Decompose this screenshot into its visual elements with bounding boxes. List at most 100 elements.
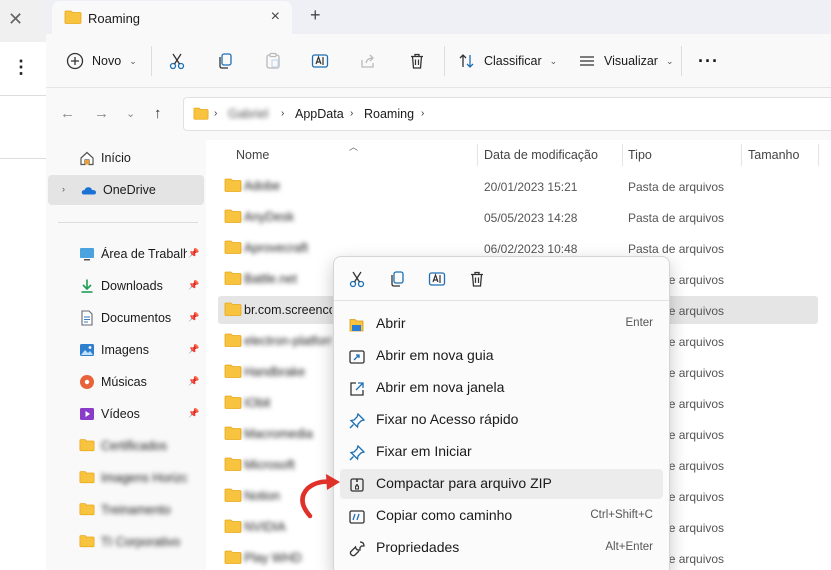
documents-icon [79, 310, 95, 326]
annotation-arrow-icon [300, 474, 340, 519]
column-divider[interactable] [818, 144, 819, 166]
column-header-name[interactable]: Nome [236, 148, 269, 162]
recent-chevron-icon[interactable]: ⌄ [126, 107, 135, 120]
menu-item-properties[interactable]: Propriedades Alt+Enter [340, 533, 663, 563]
nav-item-imagens[interactable]: Imagens 📌 [46, 335, 202, 365]
column-divider[interactable] [622, 144, 623, 166]
column-header-type[interactable]: Tipo [628, 148, 652, 162]
nav-item-folder[interactable]: TI Corporativo [46, 527, 202, 557]
pin-icon[interactable]: 📌 [188, 408, 199, 419]
breadcrumb-user[interactable]: Gabriel [228, 107, 268, 121]
nav-item-desktop[interactable]: Área de Trabalho 📌 [46, 239, 202, 269]
nav-item-onedrive[interactable]: › OneDrive [48, 175, 204, 205]
chevron-down-icon: ⌄ [129, 55, 137, 66]
nav-item-downloads[interactable]: Downloads 📌 [46, 271, 202, 301]
menu-item-open[interactable]: Abrir Enter [340, 309, 663, 339]
view-button[interactable]: Visualizar ⌄ [578, 49, 674, 73]
paste-button[interactable] [264, 49, 282, 73]
cut-button[interactable] [168, 49, 186, 73]
file-name: Battle.net [244, 272, 297, 286]
more-options-button[interactable]: ··· [698, 49, 719, 73]
nav-label: Início [101, 151, 131, 165]
cut-button[interactable] [348, 270, 368, 290]
new-tab-button[interactable]: + [310, 5, 321, 26]
nav-label: Imagens [101, 343, 149, 357]
breadcrumb-roaming[interactable]: Roaming [364, 107, 414, 121]
menu-item-label: Abrir em nova guia [376, 347, 494, 363]
pictures-icon [79, 342, 95, 358]
copy-icon [219, 53, 232, 69]
folder-icon [224, 271, 242, 288]
new-tab-icon [348, 348, 366, 366]
delete-button[interactable] [408, 49, 426, 73]
column-divider[interactable] [741, 144, 742, 166]
new-window-icon [348, 380, 366, 398]
breadcrumb-appdata[interactable]: AppData [295, 107, 344, 121]
navigation-pane: Início › OneDrive Área de Trabalho 📌 Dow… [46, 140, 206, 570]
rename-button[interactable] [311, 49, 329, 73]
pin-icon[interactable]: 📌 [188, 376, 199, 387]
pin-icon[interactable]: 📌 [188, 312, 199, 323]
menu-item-pin-quick-access[interactable]: Fixar no Acesso rápido [340, 405, 663, 435]
nav-item-documentos[interactable]: Documentos 📌 [46, 303, 202, 333]
menu-item-copy-path[interactable]: Copiar como caminho Ctrl+Shift+C [340, 501, 663, 531]
nav-item-musicas[interactable]: Músicas 📌 [46, 367, 202, 397]
new-button[interactable]: Novo ⌄ [66, 49, 137, 73]
share-button[interactable] [359, 49, 377, 73]
menu-item-label: Abrir [376, 315, 406, 331]
nav-item-folder[interactable]: Certificados [46, 431, 202, 461]
menu-item-pin-start[interactable]: Fixar em Iniciar [340, 437, 663, 467]
file-date: 20/01/2023 15:21 [484, 180, 578, 194]
file-row[interactable]: AnyDesk 05/05/2023 14:28 Pasta de arquivos [218, 203, 818, 231]
menu-item-label: Propriedades [376, 539, 460, 555]
file-date: 06/02/2023 10:48 [484, 242, 578, 256]
menu-item-open-new-window[interactable]: Abrir em nova janela [340, 373, 663, 403]
desktop-icon [79, 246, 95, 262]
file-type: Pasta de arquivos [628, 242, 725, 256]
tab-title: Roaming [88, 11, 141, 26]
copy-button[interactable] [216, 49, 234, 73]
file-name: NVIDIA [244, 520, 286, 534]
forward-arrow-icon[interactable]: → [94, 105, 109, 122]
background-menu-icon[interactable]: ⋮ [12, 58, 30, 76]
background-close-icon[interactable]: ✕ [8, 9, 23, 30]
nav-item-videos[interactable]: Vídeos 📌 [46, 399, 202, 429]
tab-roaming[interactable]: Roaming × [52, 1, 292, 34]
file-row[interactable]: Adobe 20/01/2023 15:21 Pasta de arquivos [218, 172, 818, 200]
breadcrumb-separator: › [421, 108, 425, 119]
folder-icon [224, 519, 242, 536]
folder-icon [224, 550, 242, 567]
onedrive-icon [81, 182, 97, 198]
share-icon [361, 54, 374, 68]
sort-button[interactable]: Classificar ⌄ [458, 49, 557, 73]
menu-item-open-new-tab[interactable]: Abrir em nova guia [340, 341, 663, 371]
menu-item-compress-zip[interactable]: Compactar para arquivo ZIP [340, 469, 663, 499]
nav-item-inicio[interactable]: Início [46, 143, 202, 173]
divider [0, 158, 46, 159]
rename-button[interactable] [428, 270, 448, 290]
nav-item-folder[interactable]: Imagens Horizonte [46, 463, 202, 493]
pin-icon[interactable]: 📌 [188, 344, 199, 355]
file-date: 05/05/2023 14:28 [484, 211, 578, 225]
column-header-size[interactable]: Tamanho [748, 148, 799, 162]
folder-icon [224, 240, 242, 257]
videos-icon [79, 406, 95, 422]
menu-item-label: Abrir em nova janela [376, 379, 505, 395]
column-divider[interactable] [477, 144, 478, 166]
nav-label: Downloads [101, 279, 163, 293]
address-bar[interactable]: › Gabriel › AppData › Roaming › [183, 97, 831, 131]
menu-shortcut: Alt+Enter [605, 541, 653, 553]
chevron-down-icon: ⌄ [549, 55, 558, 66]
close-tab-icon[interactable]: × [271, 8, 280, 26]
column-header-date[interactable]: Data de modificação [484, 148, 598, 162]
pin-icon[interactable]: 📌 [188, 280, 199, 291]
copy-button[interactable] [388, 270, 408, 290]
chevron-right-icon[interactable]: › [62, 184, 65, 194]
nav-label: Certificados [101, 439, 167, 453]
pin-icon[interactable]: 📌 [188, 248, 199, 259]
up-arrow-icon[interactable]: ↑ [154, 105, 162, 122]
back-arrow-icon[interactable]: ← [60, 105, 75, 122]
scissors-icon [169, 53, 185, 70]
delete-button[interactable] [468, 270, 488, 290]
nav-item-folder[interactable]: Treinamento [46, 495, 202, 525]
